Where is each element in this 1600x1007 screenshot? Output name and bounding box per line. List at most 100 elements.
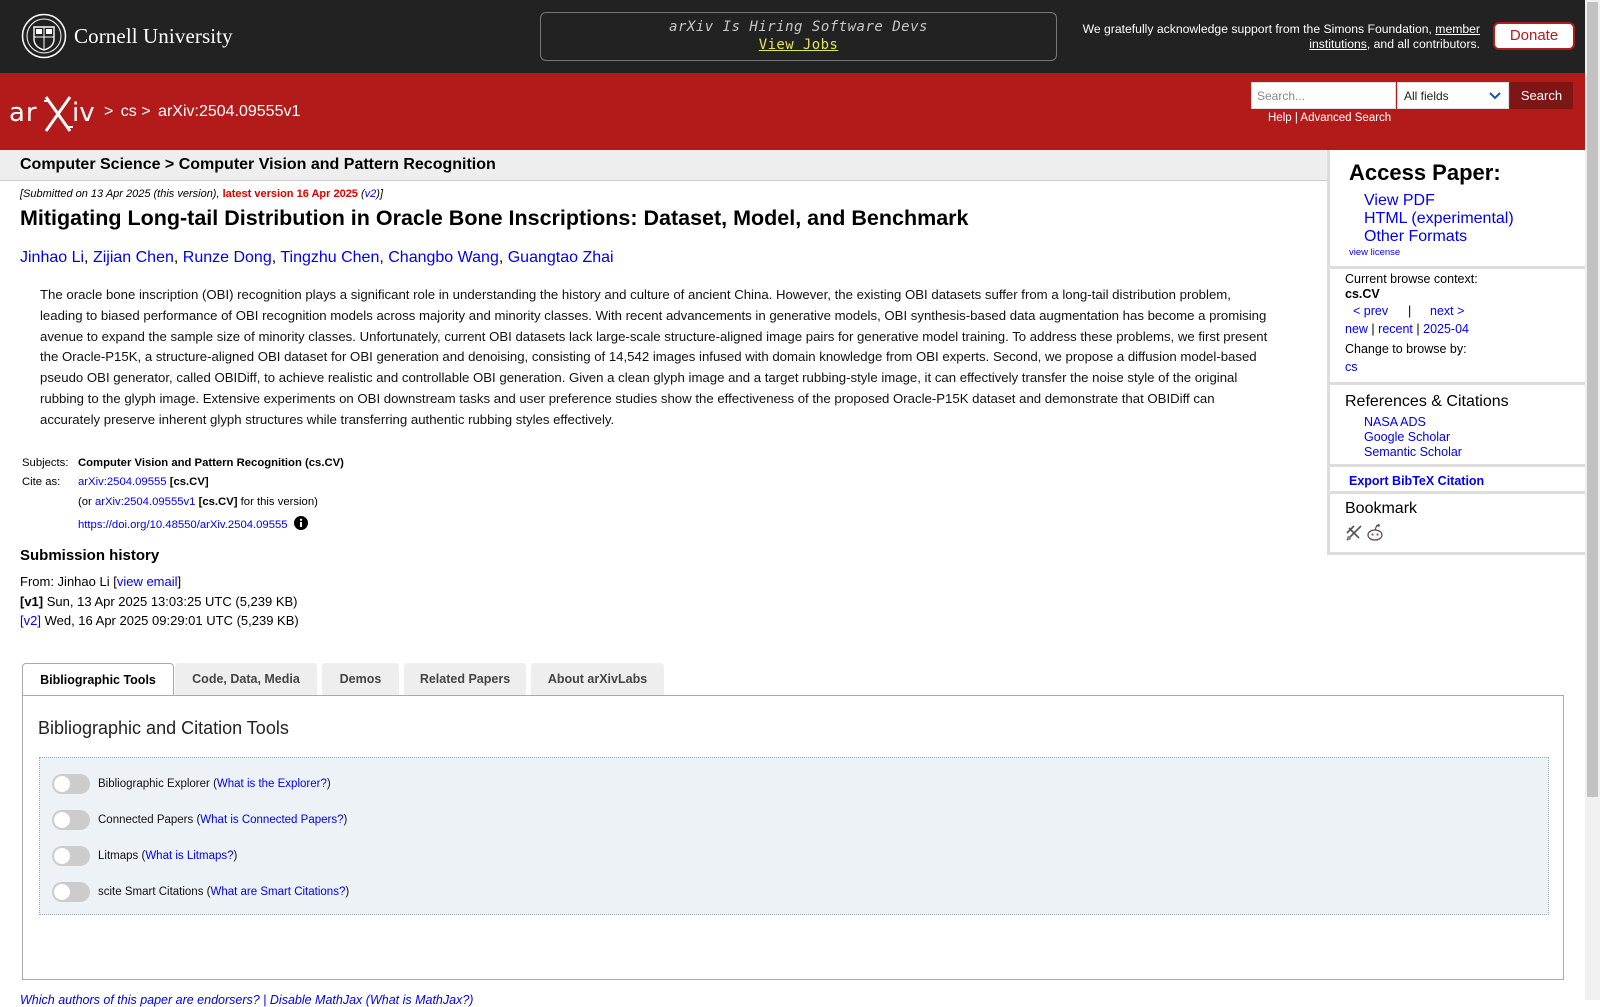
sidebar: Access Paper: View PDF HTML (experimenta…: [1327, 150, 1586, 555]
breadcrumb-cs[interactable]: cs: [121, 103, 137, 120]
tab-bibliographic-tools[interactable]: Bibliographic Tools: [22, 663, 174, 697]
author-separator: ,: [173, 249, 183, 266]
cite-version-prefix: (or: [78, 496, 95, 508]
new-link[interactable]: new: [1345, 322, 1368, 336]
litmaps-toggle[interactable]: [52, 846, 90, 866]
bibtex-section: Export BibTeX Citation: [1327, 467, 1586, 494]
bibsonomy-icon[interactable]: [1345, 524, 1363, 542]
cite-version-link[interactable]: arXiv:2504.09555v1: [95, 496, 196, 508]
prev-link[interactable]: < prev: [1353, 304, 1388, 318]
view-email-link[interactable]: view email: [117, 574, 178, 589]
info-icon[interactable]: [293, 516, 308, 530]
recent-link[interactable]: recent: [1378, 322, 1413, 336]
view-jobs-link[interactable]: View Jobs: [759, 37, 838, 53]
from-suffix: ]: [177, 574, 182, 589]
support-suffix: , and all contributors.: [1366, 37, 1480, 51]
author-link[interactable]: Tingzhu Chen: [280, 249, 379, 266]
help-link[interactable]: Help: [1268, 112, 1292, 124]
search-button[interactable]: Search: [1510, 82, 1573, 109]
hiring-title: arXiv Is Hiring Software Devs: [669, 19, 928, 35]
footer-links[interactable]: Which authors of this paper are endorser…: [20, 993, 473, 1007]
tool-help-link[interactable]: What are Smart Citations?: [210, 886, 345, 898]
search-input[interactable]: Search...: [1251, 82, 1396, 109]
html-experimental-link[interactable]: HTML (experimental): [1364, 210, 1514, 228]
cornell-logo[interactable]: Cornell University: [21, 13, 233, 59]
browse-context-label: Current browse context:: [1345, 272, 1478, 286]
category-header: Computer Science > Computer Vision and P…: [0, 150, 1327, 181]
tab-related-papers[interactable]: Related Papers: [404, 663, 526, 695]
category-breadcrumb: Computer Science > Computer Vision and P…: [20, 156, 496, 173]
submission-history: From: Jinhao Li [view email] [v1] Sun, 1…: [20, 572, 299, 631]
arxiv-logo-icon[interactable]: arXiv ar iv: [8, 93, 102, 133]
paper-title: Mitigating Long-tail Distribution in Ora…: [20, 206, 969, 230]
next-link[interactable]: next >: [1430, 304, 1464, 318]
breadcrumb-sep: >: [104, 103, 114, 120]
tool-help-link[interactable]: What is the Explorer?: [217, 778, 327, 790]
tab-about-arxivlabs[interactable]: About arXivLabs: [531, 663, 664, 695]
advanced-search-link[interactable]: Advanced Search: [1300, 112, 1391, 124]
svg-text:ar: ar: [9, 98, 38, 128]
university-name: Cornell University: [74, 23, 233, 48]
bookmark-section: Bookmark: [1327, 494, 1586, 555]
scite-toggle[interactable]: [52, 882, 90, 902]
cite-link[interactable]: arXiv:2504.09555: [78, 476, 167, 488]
google-scholar-link[interactable]: Google Scholar: [1364, 430, 1450, 444]
tool-help-link[interactable]: What is Litmaps?: [145, 850, 233, 862]
month-link[interactable]: 2025-04: [1423, 322, 1469, 336]
link-separator: |: [1294, 112, 1298, 124]
tool-row: Bibliographic Explorer (What is the Expl…: [52, 774, 331, 794]
hiring-banner: arXiv Is Hiring Software Devs View Jobs: [540, 12, 1057, 61]
doi-link[interactable]: https://doi.org/10.48550/arXiv.2504.0955…: [78, 519, 288, 531]
author-separator: ,: [84, 249, 93, 266]
bookmark-title: Bookmark: [1345, 500, 1418, 517]
connected-papers-toggle[interactable]: [52, 810, 90, 830]
reddit-icon[interactable]: [1365, 523, 1385, 543]
semantic-scholar-link[interactable]: Semantic Scholar: [1364, 445, 1462, 459]
from-prefix: From: Jinhao Li [: [20, 574, 117, 589]
page-scrollbar[interactable]: [1585, 0, 1600, 1000]
support-prefix: We gratefully acknowledge support from t…: [1082, 22, 1436, 36]
nav-separator: |: [1408, 304, 1412, 318]
view-pdf-link[interactable]: View PDF: [1364, 192, 1435, 210]
search-help-links: Help | Advanced Search: [1268, 112, 1391, 124]
tool-help-link[interactable]: What is Connected Papers?: [200, 814, 343, 826]
scrollbar-thumb[interactable]: [1587, 2, 1598, 797]
v2-history-link[interactable]: [v2]: [20, 613, 41, 628]
donate-button[interactable]: Donate: [1493, 22, 1575, 50]
subjects-label: Subjects:: [22, 457, 69, 469]
support-text: We gratefully acknowledge support from t…: [1075, 22, 1480, 52]
cite-version-category: [cs.CV]: [198, 496, 238, 508]
tab-code-data-media[interactable]: Code, Data, Media: [175, 663, 317, 695]
nasa-ads-link[interactable]: NASA ADS: [1364, 415, 1426, 429]
search-field-select[interactable]: All fields: [1397, 82, 1509, 109]
svg-text:iv: iv: [72, 98, 95, 128]
breadcrumb-paper-id: arXiv:2504.09555v1: [158, 103, 301, 120]
view-license-link[interactable]: view license: [1349, 247, 1400, 258]
submitted-prefix: [Submitted on 13 Apr 2025 (this version)…: [20, 188, 223, 200]
export-bibtex-link[interactable]: Export BibTeX Citation: [1349, 474, 1484, 488]
v2-link[interactable]: v2: [365, 188, 377, 200]
tool-name: scite Smart Citations: [98, 886, 204, 898]
submitted-suffix: ]: [379, 188, 384, 200]
tools-list: Bibliographic Explorer (What is the Expl…: [39, 757, 1549, 915]
subjects-value: Computer Vision and Pattern Recognition …: [78, 457, 344, 469]
cornell-seal-icon: [21, 13, 67, 59]
author-link[interactable]: Zijian Chen: [93, 249, 174, 266]
latest-version: latest version 16 Apr 2025: [222, 188, 358, 200]
v1-details: Sun, 13 Apr 2025 13:03:25 UTC (5,239 KB): [43, 593, 298, 609]
cite-category: [cs.CV]: [169, 476, 209, 488]
browse-cs-link[interactable]: cs: [1345, 360, 1358, 374]
author-link[interactable]: Changbo Wang: [388, 249, 499, 266]
author-link[interactable]: Runze Dong: [183, 249, 272, 266]
browse-context-value: cs.CV: [1345, 287, 1380, 301]
other-formats-link[interactable]: Other Formats: [1364, 228, 1467, 246]
submission-dates: [Submitted on 13 Apr 2025 (this version)…: [20, 188, 384, 200]
change-browse-label: Change to browse by:: [1345, 342, 1467, 356]
tool-name: Connected Papers: [98, 814, 194, 826]
tab-demos[interactable]: Demos: [322, 663, 399, 695]
explorer-toggle[interactable]: [52, 774, 90, 794]
author-link[interactable]: Guangtao Zhai: [508, 249, 614, 266]
tool-row: Connected Papers (What is Connected Pape…: [52, 810, 347, 830]
author-link[interactable]: Jinhao Li: [20, 249, 84, 266]
search-field-value: All fields: [1404, 89, 1449, 103]
